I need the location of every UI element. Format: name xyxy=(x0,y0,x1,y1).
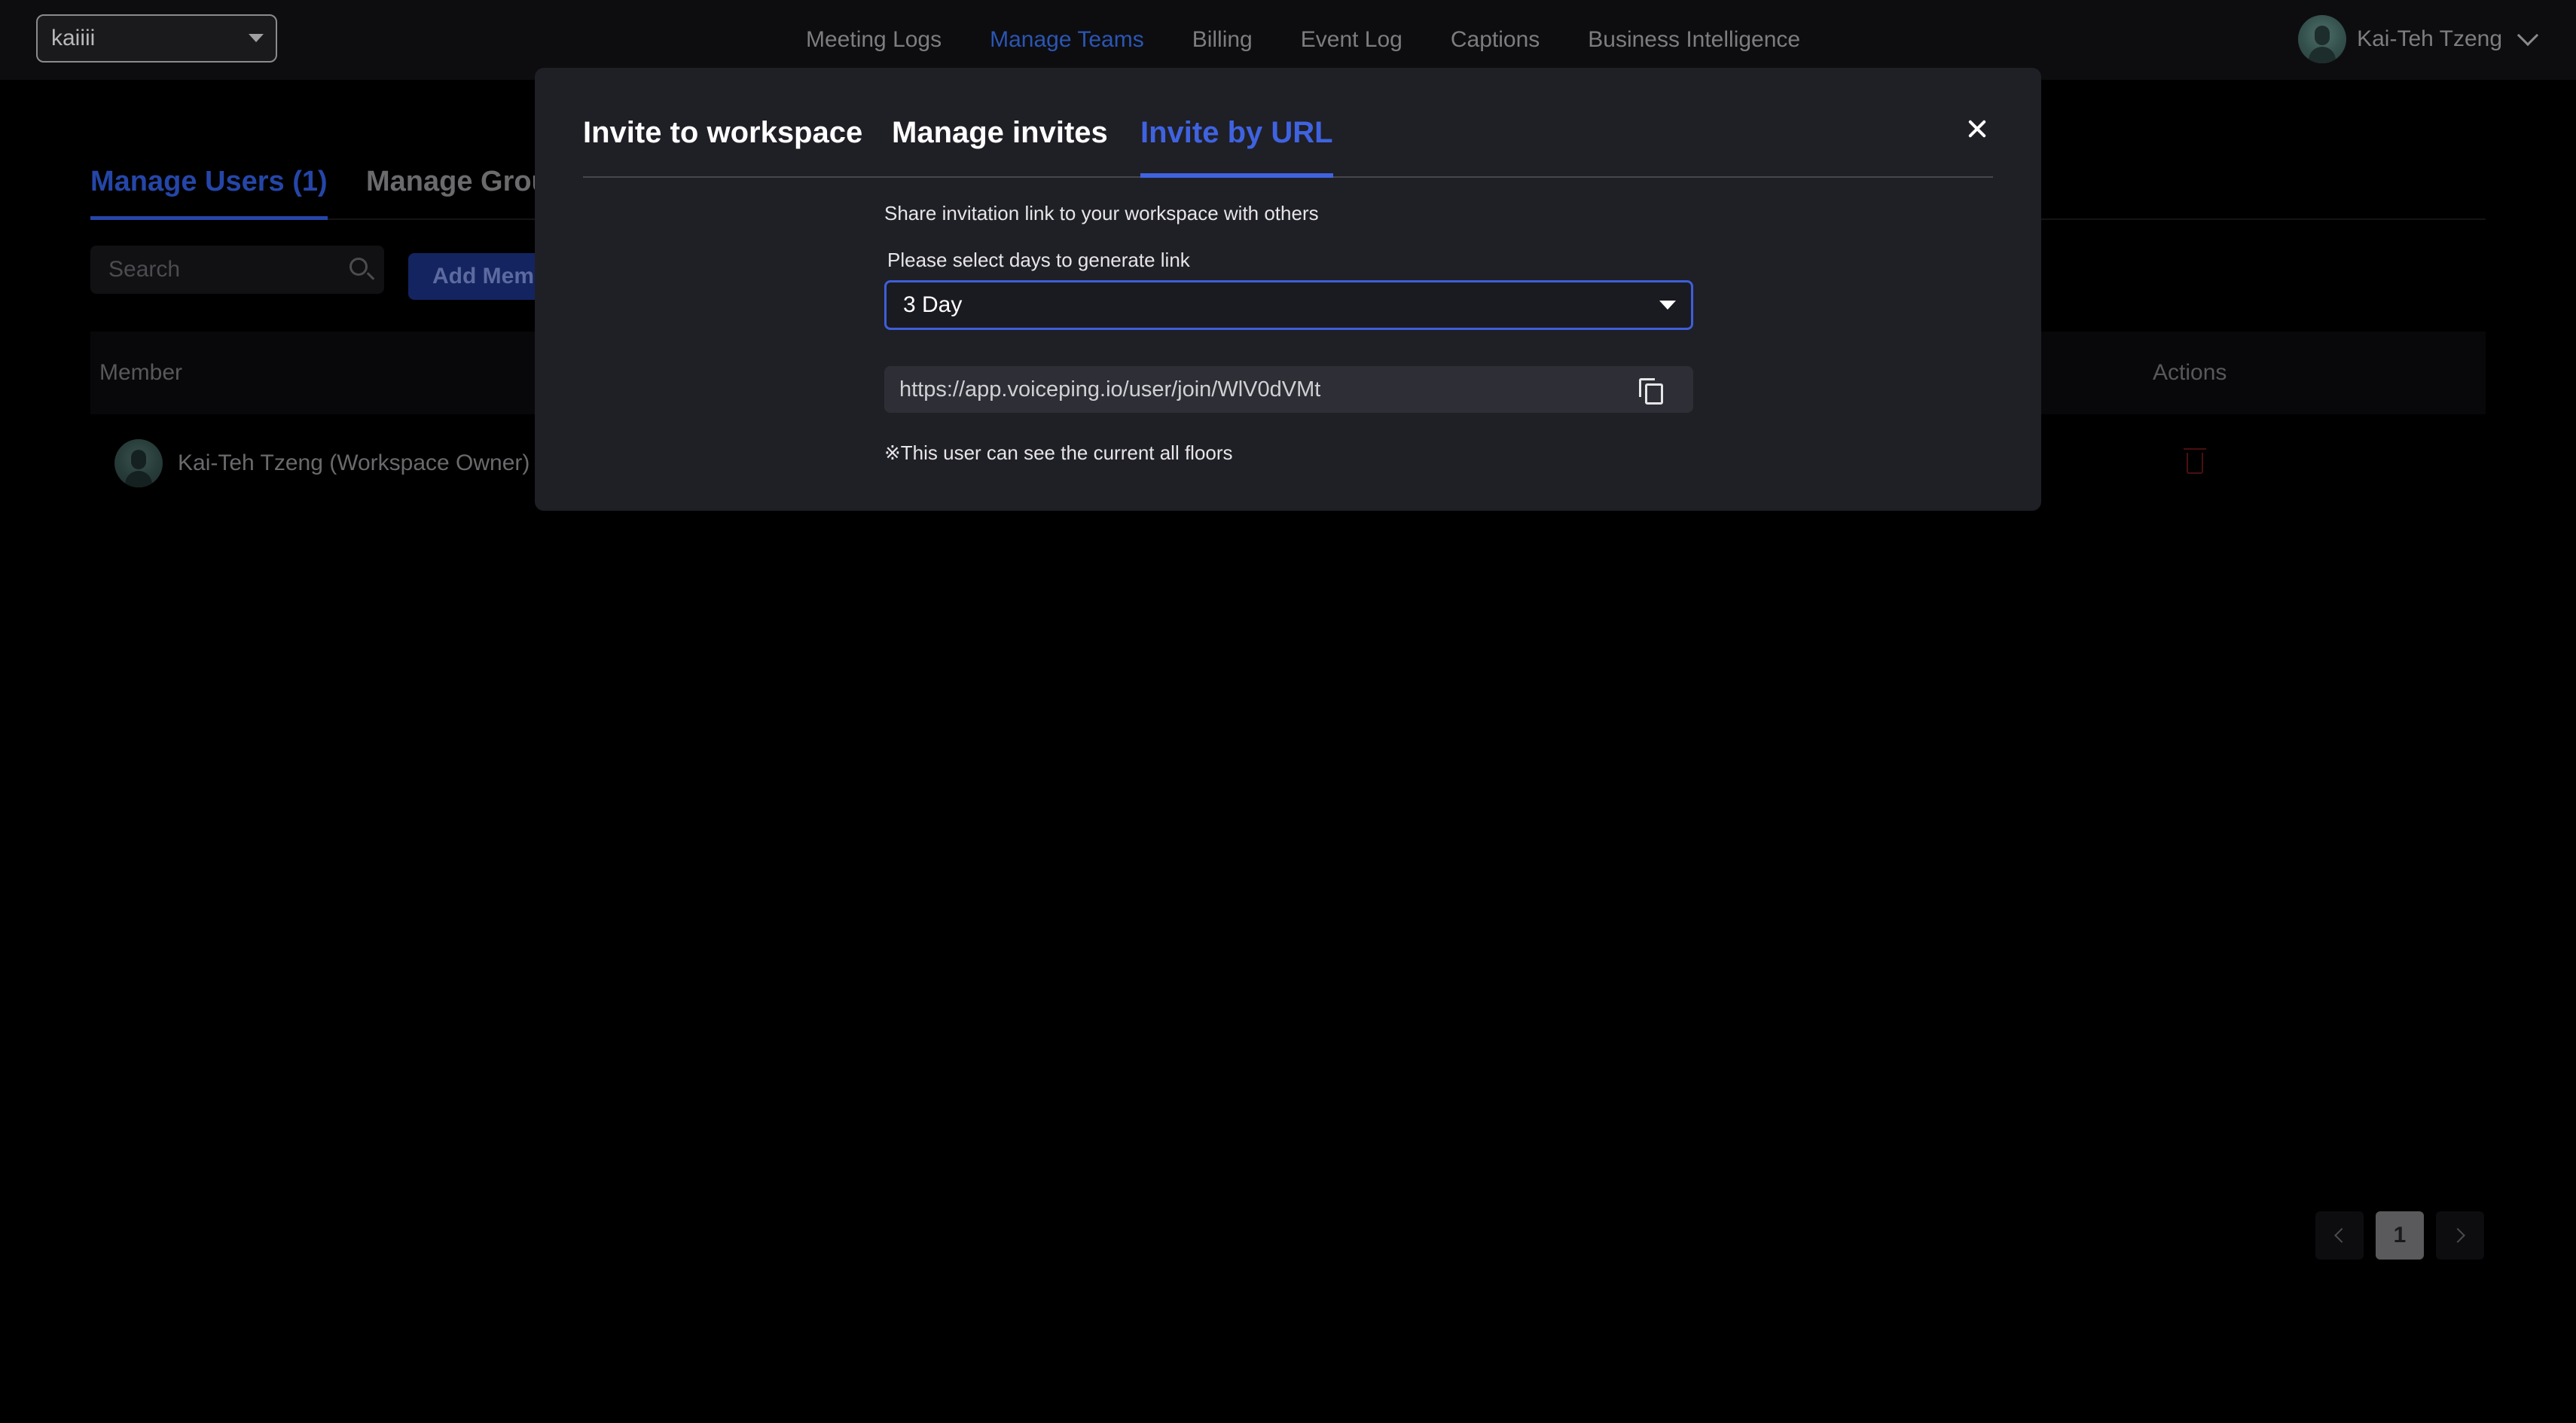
tab-invite-by-url[interactable]: Invite by URL xyxy=(1140,116,1333,178)
column-header-actions: Actions xyxy=(2153,360,2227,385)
invite-url-text: https://app.voiceping.io/user/join/WlV0d… xyxy=(899,377,1321,402)
chevron-down-icon[interactable] xyxy=(2516,24,2539,47)
search-placeholder: Search xyxy=(108,257,181,282)
invite-url-field[interactable]: https://app.voiceping.io/user/join/WlV0d… xyxy=(884,366,1693,413)
pagination: 1 xyxy=(2315,1211,2484,1260)
chevron-right-icon xyxy=(2450,1228,2465,1243)
tab-invite-to-workspace[interactable]: Invite to workspace xyxy=(583,116,862,178)
tab-manage-groups[interactable]: Manage Grou xyxy=(366,166,549,220)
next-page-button[interactable] xyxy=(2436,1211,2484,1260)
nav-manage-teams[interactable]: Manage Teams xyxy=(990,27,1144,53)
tab-manage-users[interactable]: Manage Users (1) xyxy=(90,166,328,220)
nav-event-log[interactable]: Event Log xyxy=(1301,27,1402,53)
invite-modal: Invite to workspace Manage invites Invit… xyxy=(535,68,2041,511)
table-row: Kai-Teh Tzeng (Workspace Owner) xyxy=(114,439,530,487)
page-number-1[interactable]: 1 xyxy=(2376,1211,2424,1260)
workspace-select[interactable]: kaiiii xyxy=(36,14,277,63)
tab-manage-invites[interactable]: Manage invites xyxy=(892,116,1108,178)
workspace-select-value: kaiiii xyxy=(51,26,96,50)
caret-down-icon xyxy=(249,34,264,42)
days-select[interactable]: 3 Day xyxy=(884,280,1693,330)
nav-billing[interactable]: Billing xyxy=(1192,27,1253,53)
trash-icon[interactable] xyxy=(2184,448,2206,474)
nav-business-intelligence[interactable]: Business Intelligence xyxy=(1588,27,1800,53)
user-menu[interactable]: Kai-Teh Tzeng xyxy=(2298,14,2539,65)
prev-page-button[interactable] xyxy=(2315,1211,2364,1260)
floors-note: ※This user can see the current all floor… xyxy=(884,441,1233,464)
copy-icon[interactable] xyxy=(1639,378,1663,405)
search-icon xyxy=(349,258,368,276)
nav-meeting-logs[interactable]: Meeting Logs xyxy=(806,27,942,53)
chevron-left-icon xyxy=(2334,1228,2349,1243)
days-select-value: 3 Day xyxy=(903,292,963,317)
user-name: Kai-Teh Tzeng xyxy=(2357,26,2502,51)
share-description: Share invitation link to your workspace … xyxy=(884,202,1319,224)
nav-captions[interactable]: Captions xyxy=(1451,27,1540,53)
caret-down-icon xyxy=(1659,301,1676,310)
search-input[interactable]: Search xyxy=(90,246,384,294)
modal-tabs: Invite to workspace Manage invites Invit… xyxy=(583,68,1993,178)
member-avatar xyxy=(114,439,163,487)
column-header-member: Member xyxy=(99,360,183,385)
user-avatar xyxy=(2298,15,2347,63)
days-select-label: Please select days to generate link xyxy=(887,249,1190,271)
member-name: Kai-Teh Tzeng (Workspace Owner) xyxy=(178,450,530,475)
